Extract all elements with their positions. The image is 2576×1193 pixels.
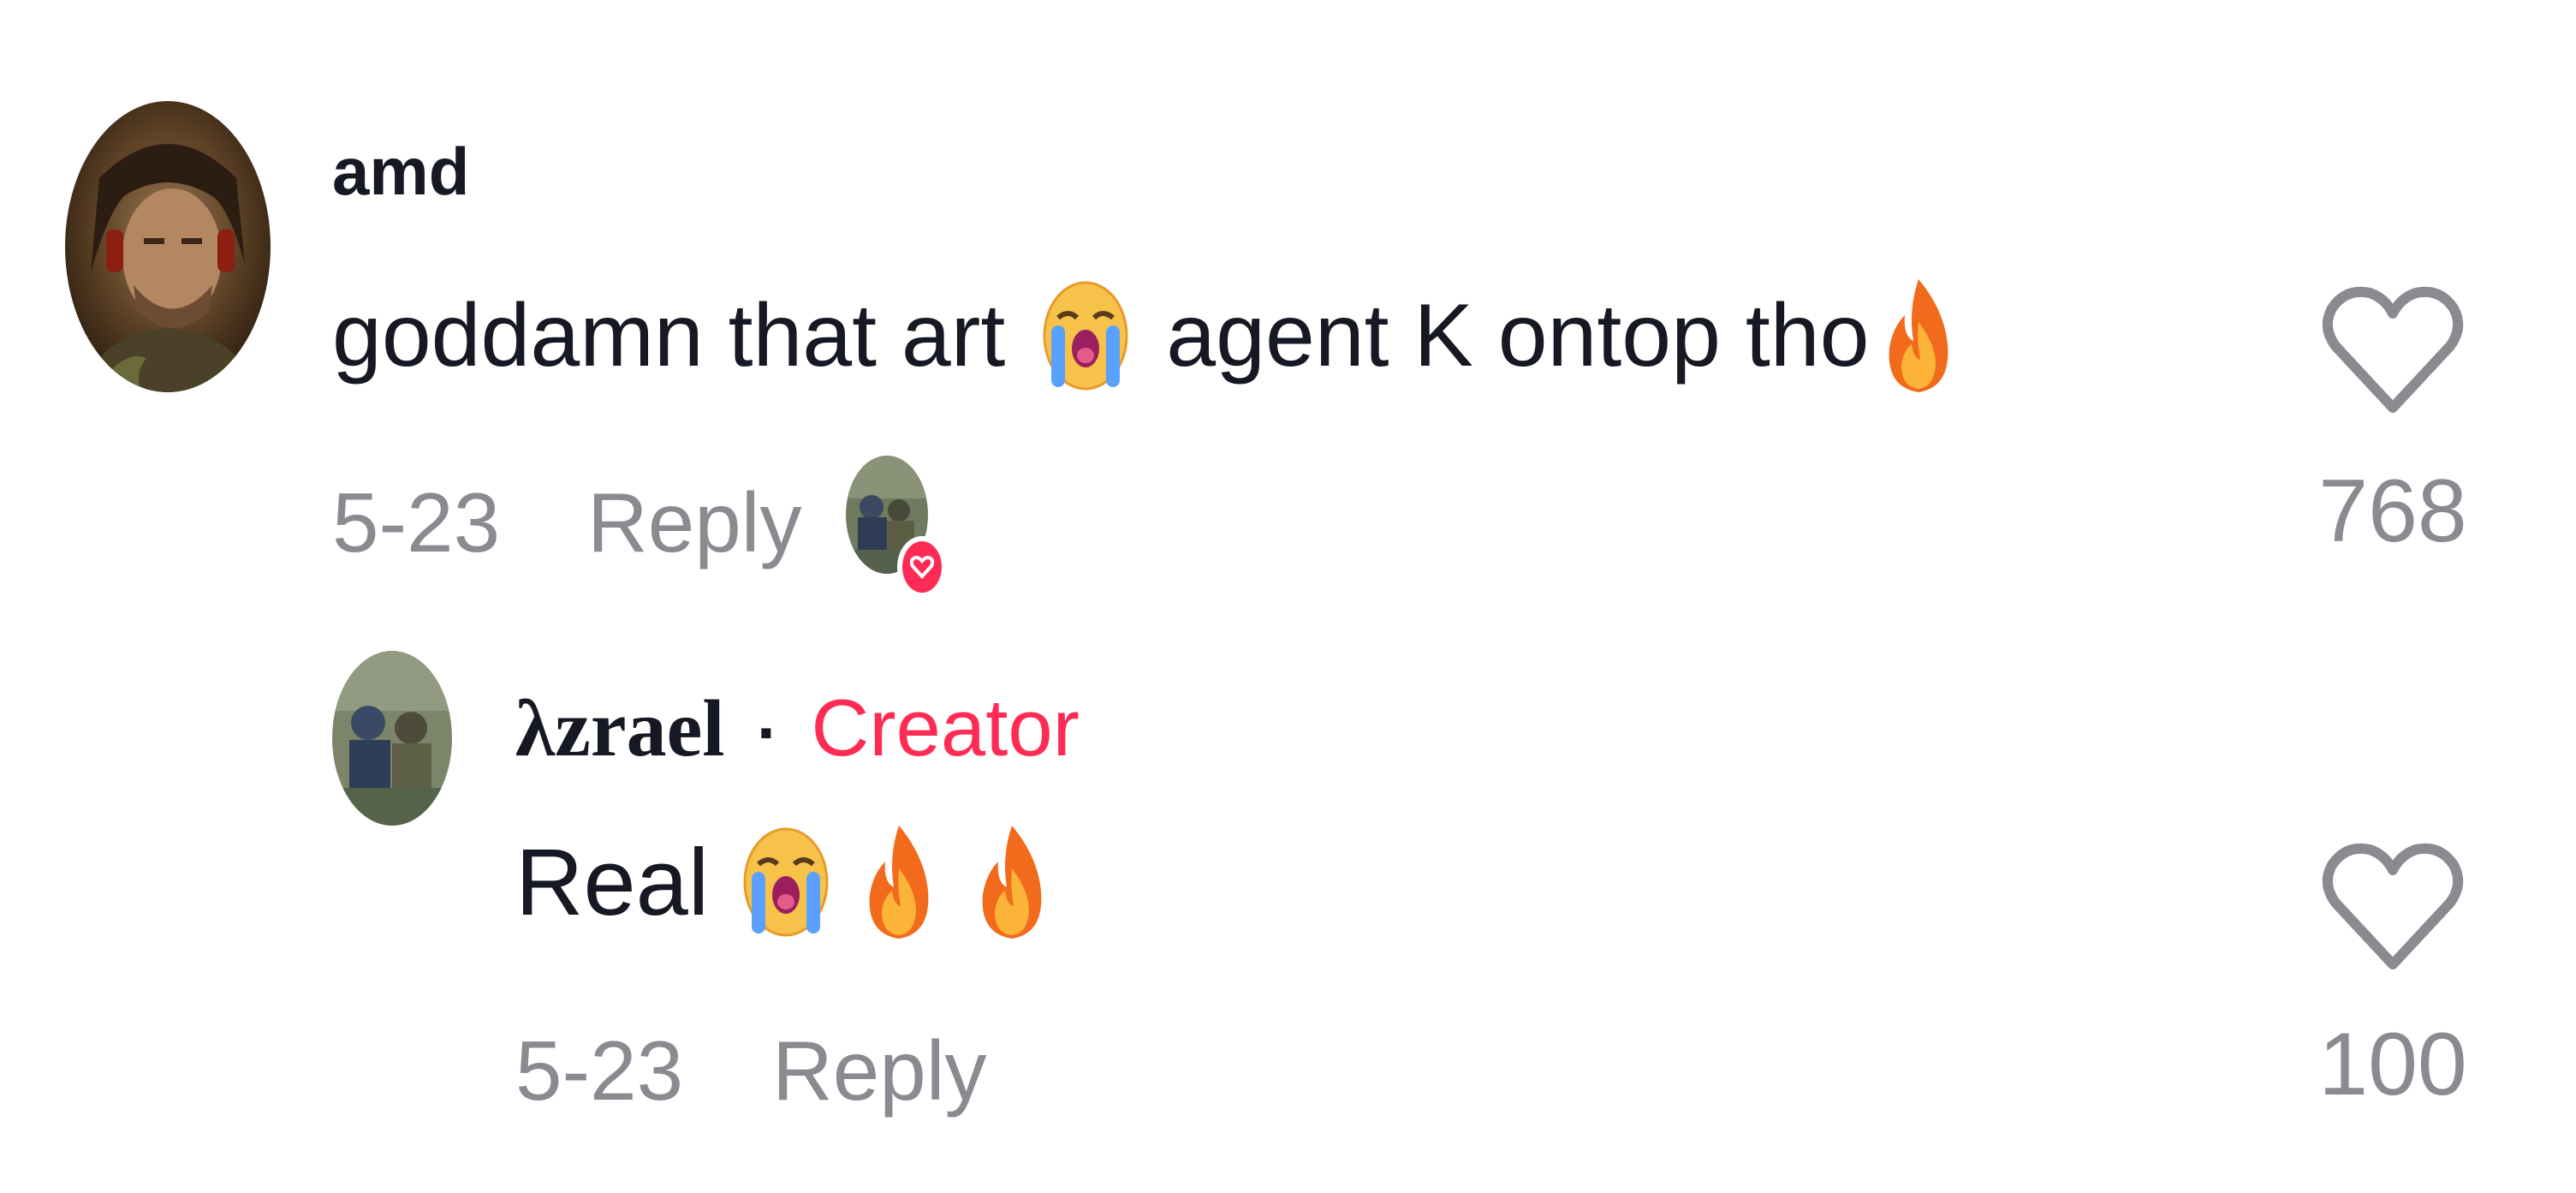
reply-like-column: 100: [2311, 839, 2474, 1120]
comment-like-column: 768: [2311, 283, 2474, 567]
fire-icon: [863, 822, 935, 942]
commenter-avatar[interactable]: [65, 101, 271, 392]
comment-date: 5-23: [332, 475, 501, 570]
comment-thread: amd goddamn that art agent K ontop tho 5…: [0, 0, 2576, 1193]
avatar-group-photo-icon: [332, 651, 452, 826]
comment-reply-button[interactable]: Reply: [587, 471, 802, 574]
creator-liked-indicator: [846, 456, 947, 598]
loudly-crying-face-icon: [743, 825, 829, 939]
fire-icon: [976, 822, 1048, 942]
username-separator: ·: [756, 695, 779, 770]
comment-text-part-2: agent K ontop tho: [1166, 285, 1870, 385]
avatar-portrait-icon: [65, 101, 271, 392]
fire-icon: [1883, 276, 1954, 396]
reply-text: Real: [515, 822, 1048, 942]
loudly-crying-face-icon: [1043, 278, 1128, 393]
reply-reply-button[interactable]: Reply: [772, 1019, 987, 1122]
comment-like-count: 768: [2318, 462, 2467, 561]
reply-text-content: Real: [515, 829, 710, 935]
heart-outline-icon[interactable]: [2320, 839, 2466, 976]
reply-avatar[interactable]: [332, 651, 452, 826]
reply-username[interactable]: λzrael: [515, 684, 724, 773]
commenter-username[interactable]: amd: [332, 128, 469, 214]
comment-text-part-1: goddamn that art: [332, 285, 1006, 385]
reply-like-count: 100: [2318, 1015, 2467, 1114]
heart-outline-icon[interactable]: [2320, 283, 2466, 420]
reply-date: 5-23: [515, 1023, 684, 1118]
comment-text: goddamn that art agent K ontop tho: [332, 276, 1954, 396]
heart-badge-icon: [897, 536, 947, 598]
creator-badge: Creator: [811, 683, 1080, 772]
reply-username-row: λzrael · Creator: [515, 677, 1080, 784]
